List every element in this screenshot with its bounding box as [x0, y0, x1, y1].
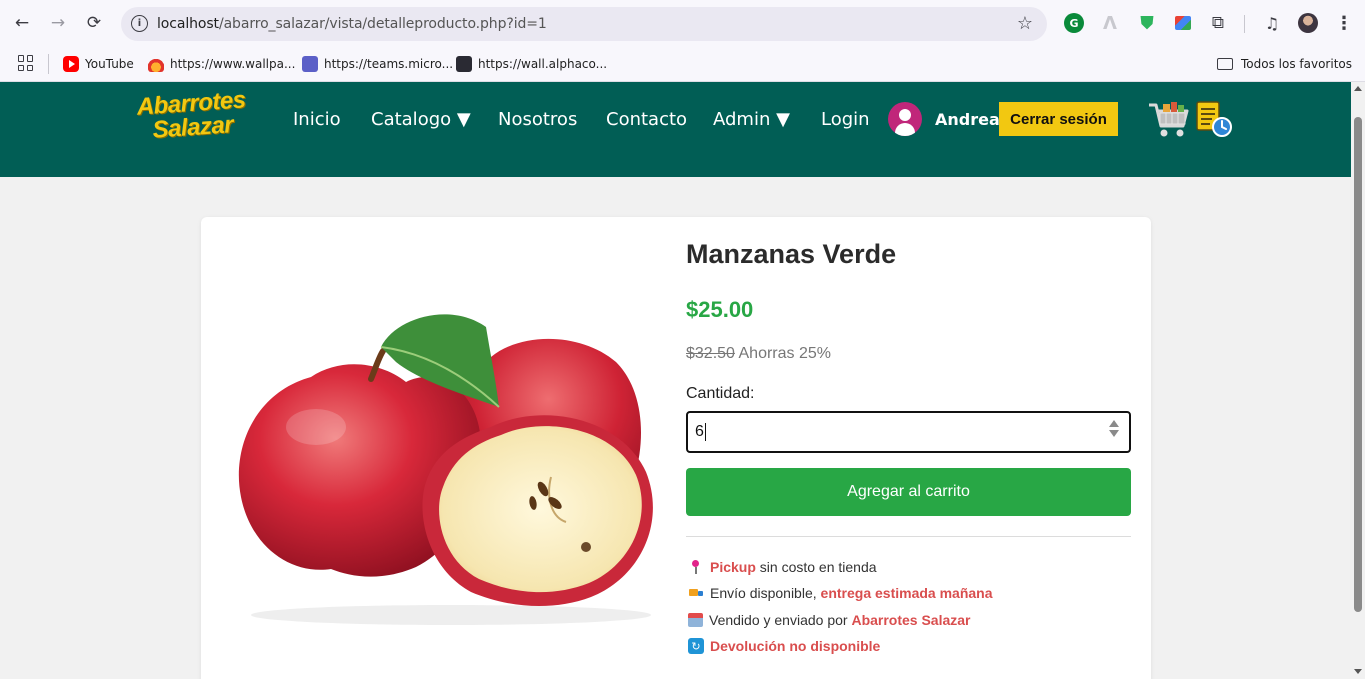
user-name: Andrea [935, 110, 1000, 129]
toolbar-divider [1244, 15, 1245, 33]
product-detail-card: Manzanas Verde $25.00 $32.50 Ahorras 25%… [201, 217, 1151, 679]
seller-text: Vendido y enviado por [709, 612, 848, 628]
browser-menu-icon[interactable]: ⋮ [1334, 13, 1354, 34]
old-price: $32.50 [686, 345, 735, 362]
grammar-extension-icon[interactable]: G [1064, 13, 1084, 33]
bookmark-label: https://teams.micro... [324, 57, 454, 71]
nav-nosotros[interactable]: Nosotros [498, 109, 577, 130]
shipping-highlight: entrega estimada mañana [820, 585, 993, 601]
quantity-label: Cantidad: [686, 385, 755, 402]
address-url[interactable]: localhost/abarro_salazar/vista/detallepr… [157, 16, 547, 32]
page-scrollbar[interactable] [1351, 82, 1365, 679]
stepper-up-icon[interactable] [1109, 420, 1119, 427]
section-divider [686, 536, 1131, 537]
arc-extension-icon[interactable]: Λ [1100, 13, 1120, 34]
address-bar[interactable]: i localhost/abarro_salazar/vista/detalle… [121, 7, 1047, 41]
product-image-apples [238, 314, 653, 625]
site-header: Abarrotes Salazar Inicio Catalogo ▼ Noso… [0, 82, 1365, 177]
back-icon[interactable]: ← [10, 11, 34, 35]
info-seller: Vendido y enviado por Abarrotes Salazar [688, 612, 971, 628]
order-history-icon[interactable] [1194, 99, 1234, 139]
pickup-text: sin costo en tienda [759, 559, 877, 575]
old-price-row: $32.50 Ahorras 25% [686, 345, 831, 363]
scrollbar-thumb[interactable] [1354, 117, 1362, 612]
wall-icon [456, 56, 472, 72]
bookmark-alphacoders[interactable]: https://wall.alphaco... [456, 53, 607, 75]
nav-login[interactable]: Login [821, 109, 870, 130]
all-favorites-folder[interactable]: Todos los favoritos [1217, 53, 1352, 75]
bookmark-label: https://wall.alphaco... [478, 57, 608, 71]
scroll-up-icon[interactable] [1354, 86, 1362, 91]
media-control-icon[interactable]: ♫ [1262, 13, 1282, 33]
user-avatar-icon[interactable] [888, 102, 922, 136]
extensions-puzzle-icon[interactable]: ⧉ [1208, 13, 1228, 33]
url-host: localhost [157, 16, 219, 32]
nav-inicio[interactable]: Inicio [293, 109, 341, 130]
folder-label: Todos los favoritos [1241, 57, 1352, 71]
product-title: Manzanas Verde [686, 239, 897, 269]
flag-extension-icon[interactable] [1173, 13, 1193, 33]
shopping-cart-icon[interactable] [1147, 100, 1191, 140]
site-info-icon[interactable]: i [131, 15, 148, 32]
nav-contacto[interactable]: Contacto [606, 109, 687, 130]
quantity-input[interactable]: 6 [686, 411, 1131, 453]
quantity-stepper[interactable] [1109, 420, 1119, 437]
bookmark-youtube[interactable]: YouTube [63, 53, 134, 75]
add-to-cart-button[interactable]: Agregar al carrito [686, 468, 1131, 516]
bookmarks-bar: YouTube https://www.wallpa... https://te… [0, 47, 1365, 82]
text-cursor [704, 423, 706, 441]
info-shipping: Envío disponible, entrega estimada mañan… [688, 585, 993, 601]
info-pickup: Pickup sin costo en tienda [688, 559, 877, 575]
pushpin-icon [688, 559, 704, 575]
reload-icon[interactable]: ⟳ [82, 11, 106, 35]
nav-admin-dropdown[interactable]: Admin ▼ [713, 109, 790, 130]
site-logo[interactable]: Abarrotes Salazar [129, 86, 254, 144]
stepper-down-icon[interactable] [1109, 430, 1119, 437]
fire-icon [148, 56, 164, 72]
teams-icon [302, 56, 318, 72]
savings-text: Ahorras 25% [738, 345, 832, 362]
shield-extension-icon[interactable]: ⛊ [1137, 13, 1157, 34]
folder-icon [1217, 58, 1233, 70]
youtube-icon [63, 56, 79, 72]
nav-catalogo-dropdown[interactable]: Catalogo ▼ [371, 109, 471, 130]
scroll-down-icon[interactable] [1354, 669, 1362, 674]
bookmark-star-icon[interactable]: ☆ [1017, 13, 1033, 34]
bookmark-wallpaper[interactable]: https://www.wallpa... [148, 53, 295, 75]
logout-button[interactable]: Cerrar sesión [999, 102, 1118, 136]
refresh-icon: ↻ [688, 638, 704, 654]
profile-avatar-icon[interactable] [1298, 13, 1318, 33]
pickup-highlight: Pickup [710, 559, 756, 575]
forward-icon[interactable]: → [46, 11, 70, 35]
bookmarks-divider [48, 54, 49, 74]
browser-toolbar: ← → ⟳ i localhost/abarro_salazar/vista/d… [0, 0, 1365, 47]
bookmark-label: YouTube [85, 57, 134, 71]
bookmark-teams[interactable]: https://teams.micro... [302, 53, 453, 75]
delivery-truck-icon [688, 585, 704, 601]
product-price: $25.00 [686, 297, 754, 322]
url-path: /abarro_salazar/vista/detalleproducto.ph… [218, 16, 547, 32]
apps-grid-icon[interactable] [18, 55, 34, 71]
returns-highlight: Devolución no disponible [710, 638, 881, 654]
seller-highlight: Abarrotes Salazar [851, 612, 971, 628]
store-icon [688, 613, 703, 627]
bookmark-label: https://www.wallpa... [170, 57, 296, 71]
shipping-text: Envío disponible, [710, 585, 817, 601]
quantity-value: 6 [695, 423, 704, 440]
info-returns: ↻ Devolución no disponible [688, 638, 880, 654]
